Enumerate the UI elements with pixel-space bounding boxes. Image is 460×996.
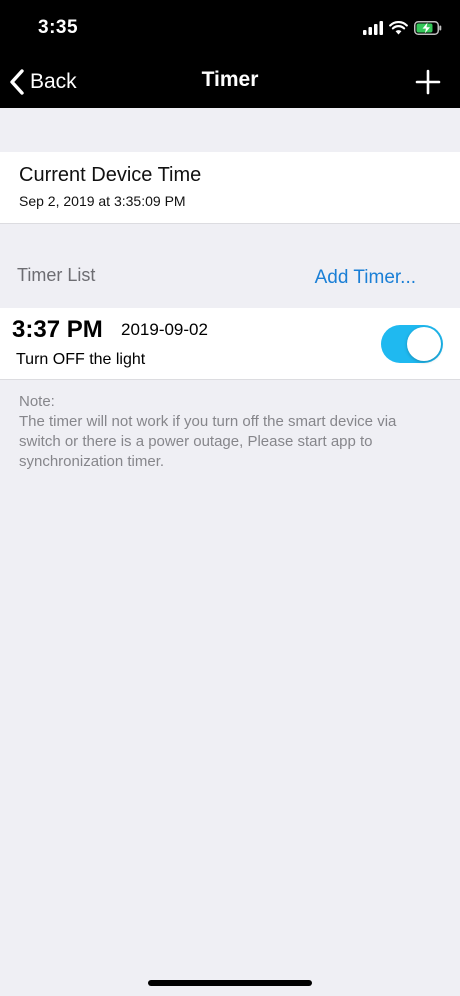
toggle-knob: [407, 327, 441, 361]
note-section: Note: The timer will not work if you tur…: [19, 392, 439, 472]
timer-enabled-toggle[interactable]: [381, 325, 443, 363]
page-title: Timer: [201, 68, 259, 91]
device-time-value: Sep 2, 2019 at 3:35:09 PM: [19, 193, 186, 209]
device-time-title: Current Device Time: [19, 164, 202, 186]
status-time: 3:35: [38, 17, 79, 38]
note-text: The timer will not work if you turn off …: [19, 413, 397, 470]
note-label: Note:: [19, 393, 55, 410]
status-bar: 3:35: [0, 0, 460, 56]
battery-charging-icon: [414, 21, 442, 35]
plus-icon: [415, 69, 441, 95]
cellular-signal-icon: [363, 21, 383, 35]
timer-time: 3:37 PM: [12, 316, 103, 343]
timer-action: Turn OFF the light: [16, 351, 146, 368]
status-icons: [363, 19, 442, 37]
navigation-bar: Back Timer: [0, 56, 460, 108]
add-timer-link[interactable]: Add Timer...: [315, 267, 416, 289]
timer-list-title: Timer List: [17, 265, 96, 285]
timer-screen: 3:35 Back Timer Current Device Time Sep …: [0, 0, 460, 996]
home-indicator[interactable]: [148, 980, 312, 986]
add-button[interactable]: [412, 66, 444, 98]
wifi-icon: [389, 21, 408, 35]
timer-date: 2019-09-02: [121, 320, 208, 339]
timer-list-header: Timer List Add Timer...: [0, 250, 460, 300]
timer-row[interactable]: 3:37 PM 2019-09-02 Turn OFF the light: [0, 308, 460, 380]
device-time-card: Current Device Time Sep 2, 2019 at 3:35:…: [0, 152, 460, 224]
